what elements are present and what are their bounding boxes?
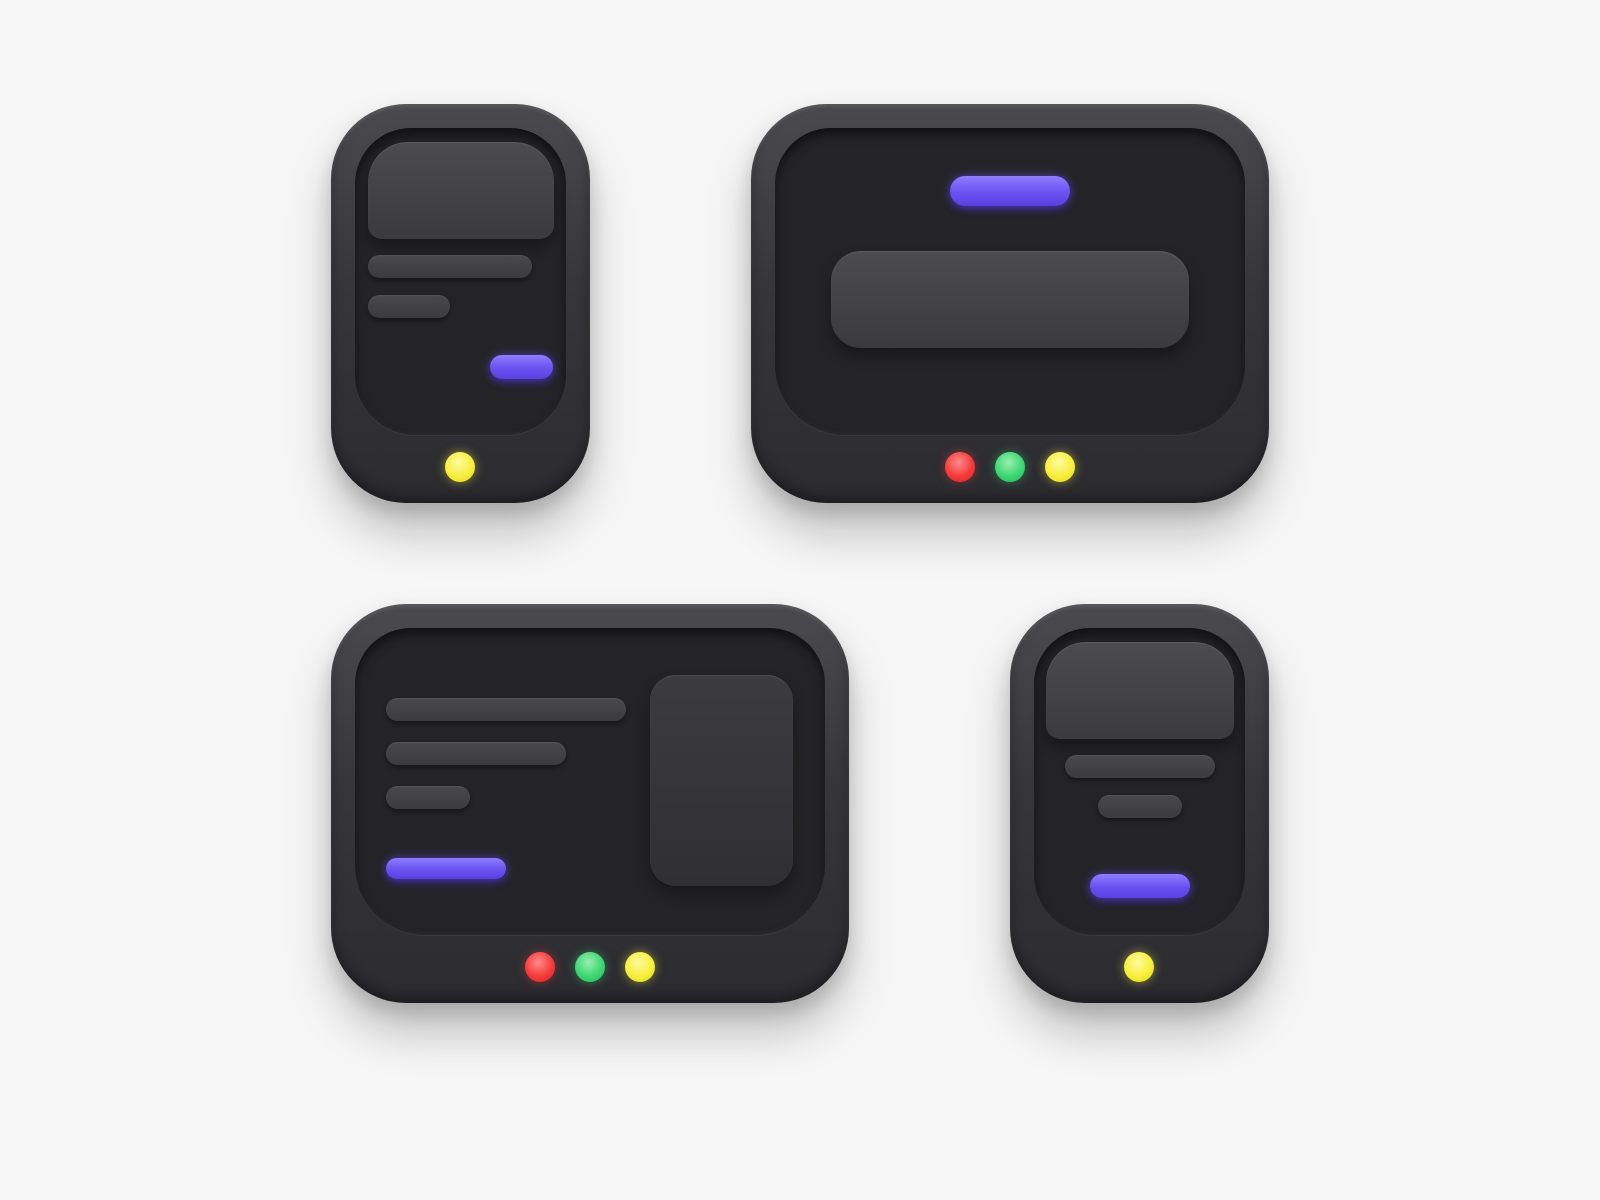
status-led-yellow: [1124, 952, 1154, 982]
text-line-placeholder: [368, 295, 450, 318]
status-led-yellow: [625, 952, 655, 982]
action-button[interactable]: [1090, 874, 1190, 898]
text-line-placeholder: [386, 786, 470, 809]
screen-card-header: [368, 142, 554, 239]
status-led-green: [575, 952, 605, 982]
text-line-placeholder: [386, 742, 566, 765]
text-line-placeholder: [386, 698, 626, 721]
screen-card-banner: [831, 251, 1189, 348]
device-screen: [355, 628, 825, 935]
action-button[interactable]: [386, 858, 506, 879]
screen-card-side-image: [650, 675, 793, 886]
device-screen: [1034, 628, 1245, 935]
device-screen: [775, 128, 1245, 435]
status-led-red: [945, 452, 975, 482]
status-led-yellow: [445, 452, 475, 482]
text-line-placeholder: [1098, 795, 1182, 818]
status-led-yellow: [1045, 452, 1075, 482]
text-line-placeholder: [368, 255, 532, 278]
device-screen: [355, 128, 566, 435]
status-led-green: [995, 452, 1025, 482]
text-line-placeholder: [1065, 755, 1215, 778]
device-landscape-top-right: [751, 104, 1269, 503]
device-portrait-bottom-right: [1010, 604, 1269, 1003]
device-landscape-bottom-left: [331, 604, 849, 1003]
device-portrait-top-left: [331, 104, 590, 503]
screen-card-header: [1046, 642, 1234, 739]
action-button[interactable]: [490, 355, 553, 379]
canvas: [0, 0, 1600, 1200]
action-button[interactable]: [950, 176, 1070, 206]
status-led-red: [525, 952, 555, 982]
